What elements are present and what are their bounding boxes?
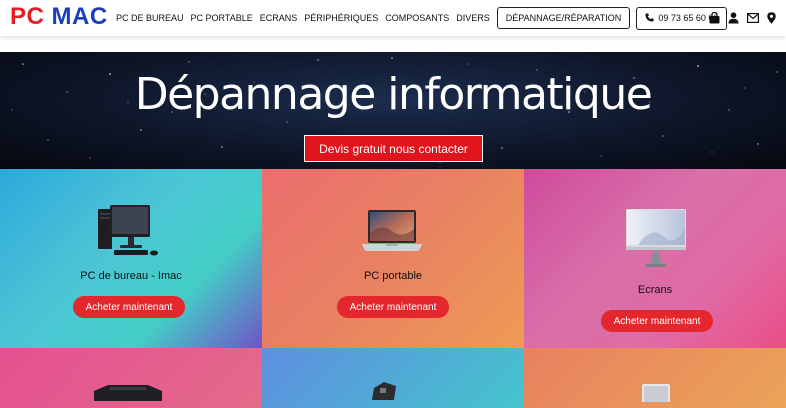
repair-button[interactable]: DÉPANNAGE/RÉPARATION xyxy=(496,7,631,29)
hero-quote-button[interactable]: Devis gratuit nous contacter xyxy=(304,135,483,162)
category-tile-screen[interactable]: Ecrans Acheter maintenant xyxy=(524,169,786,348)
site-header: PC MAC PC DE BUREAU PC PORTABLE ECRANS P… xyxy=(0,0,786,36)
envelope-icon[interactable] xyxy=(747,13,759,23)
hero-banner: Dépannage informatique Devis gratuit nou… xyxy=(0,52,786,169)
user-icon[interactable] xyxy=(728,12,739,24)
nav-ecrans[interactable]: ECRANS xyxy=(260,13,298,23)
motherboard-icon xyxy=(372,382,396,400)
tablet-icon xyxy=(642,384,670,402)
nav-peripheriques[interactable]: PÉRIPHÉRIQUES xyxy=(304,13,378,23)
phone-icon xyxy=(645,12,654,24)
monitor-icon xyxy=(626,209,686,267)
main-nav: PC DE BUREAU PC PORTABLE ECRANS PÉRIPHÉR… xyxy=(116,0,733,36)
laptop-icon xyxy=(362,210,422,251)
map-pin-icon[interactable] xyxy=(767,12,776,24)
shopping-bag-icon[interactable] xyxy=(709,12,720,24)
category-tile-peripherals[interactable] xyxy=(0,348,262,408)
buy-button-desktop[interactable]: Acheter maintenant xyxy=(73,296,185,318)
nav-pc-portable[interactable]: PC PORTABLE xyxy=(191,13,253,23)
category-tile-laptop[interactable]: PC portable Acheter maintenant xyxy=(262,169,524,348)
category-tile-desktop[interactable]: PC de bureau - Imac Acheter maintenant xyxy=(0,169,262,348)
site-logo[interactable]: PC MAC xyxy=(10,3,108,31)
category-label-screen: Ecrans xyxy=(637,284,673,296)
desktop-pc-icon xyxy=(98,205,158,256)
logo-pc: PC xyxy=(10,3,45,30)
nav-divers[interactable]: DIVERS xyxy=(456,13,490,23)
category-label-desktop: PC de bureau - Imac xyxy=(80,270,182,282)
nav-composants[interactable]: COMPOSANTS xyxy=(385,13,449,23)
hero-title: Dépannage informatique xyxy=(134,69,653,120)
buy-button-laptop[interactable]: Acheter maintenant xyxy=(337,296,449,318)
buy-button-screen[interactable]: Acheter maintenant xyxy=(601,310,713,332)
category-tile-components[interactable] xyxy=(262,348,524,408)
category-tile-misc[interactable] xyxy=(524,348,786,408)
header-icons xyxy=(701,0,776,36)
logo-mac: MAC xyxy=(51,3,108,30)
category-label-laptop: PC portable xyxy=(363,270,423,282)
printer-icon xyxy=(94,385,162,401)
nav-pc-de-bureau[interactable]: PC DE BUREAU xyxy=(116,13,184,23)
